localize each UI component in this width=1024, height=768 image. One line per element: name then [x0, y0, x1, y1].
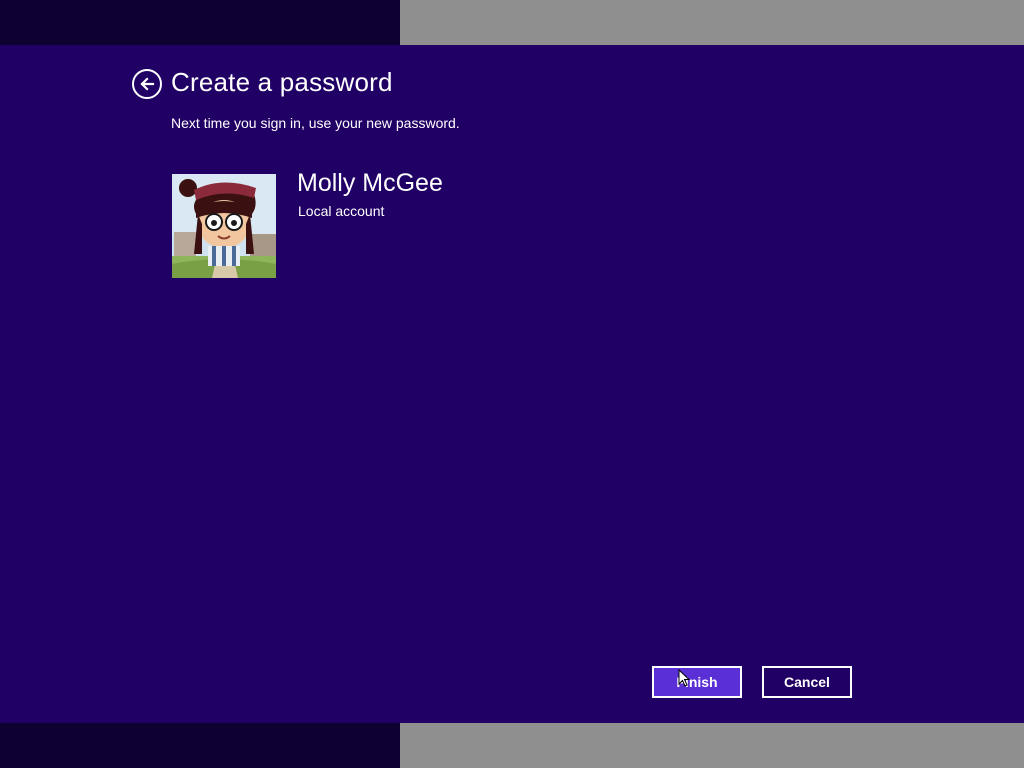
- page-subtitle: Next time you sign in, use your new pass…: [171, 115, 460, 131]
- mouse-cursor-icon: [678, 669, 690, 687]
- top-band-dark: [0, 0, 400, 45]
- back-arrow-icon: [140, 77, 155, 91]
- bottom-band-gray: [400, 723, 1024, 768]
- cartoon-girl-avatar-icon: [172, 174, 276, 278]
- top-frame-band: [0, 0, 1024, 45]
- setup-panel: Create a password Next time you sign in,…: [0, 45, 1024, 723]
- top-band-gray: [400, 0, 1024, 45]
- user-name: Molly McGee: [297, 169, 443, 197]
- finish-button[interactable]: Finish: [652, 666, 742, 698]
- back-button[interactable]: [132, 69, 162, 99]
- avatar: [172, 174, 276, 278]
- account-type: Local account: [298, 203, 385, 219]
- cancel-button[interactable]: Cancel: [762, 666, 852, 698]
- bottom-band-dark: [0, 723, 400, 768]
- bottom-frame-band: [0, 723, 1024, 768]
- page-title: Create a password: [171, 67, 393, 97]
